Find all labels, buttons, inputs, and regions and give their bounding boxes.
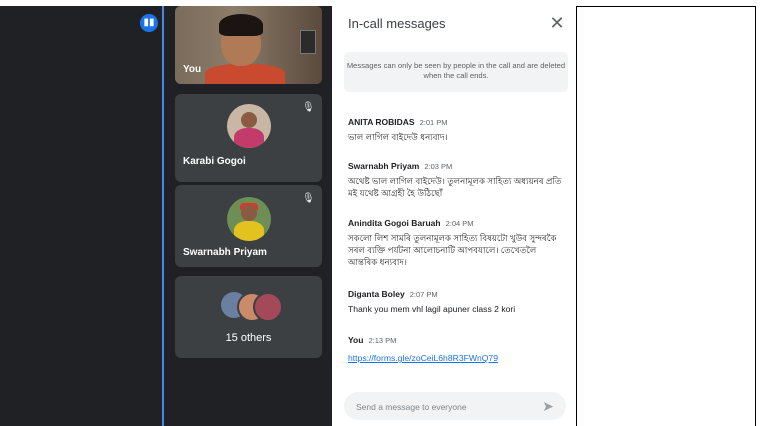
right-frame <box>576 6 756 426</box>
self-label: You <box>183 64 202 75</box>
chat-message: ANITA ROBIDAS 2:01 PM ভাল লাগিল বাইদেউ ধন… <box>348 112 564 143</box>
video-person-hair <box>219 14 263 36</box>
compose-bar: ➤ <box>344 392 566 422</box>
panel-title: In-call messages <box>348 16 446 31</box>
chat-message: Swarnabh Priyam 2:03 PM অথেষ্ট ভাল লাগিল … <box>348 156 564 199</box>
send-icon[interactable]: ➤ <box>540 398 556 414</box>
close-icon[interactable]: ✕ <box>548 14 566 32</box>
avatar-stack <box>221 290 283 322</box>
mic-off-icon: 🎙 <box>302 102 315 113</box>
others-count: 15 others <box>225 332 272 344</box>
main-stage: ▮▮ <box>0 6 162 426</box>
chat-message: Anindita Gogoi Baruah 2:04 PM সকলো লিশ সা… <box>348 213 564 268</box>
message-time: 2:01 PM <box>419 118 448 127</box>
video-person-shirt <box>205 64 285 84</box>
message-sender: Anindita Gogoi Baruah <box>348 218 441 228</box>
participant-tile[interactable]: 🎙 Karabi Gogoi <box>175 94 322 182</box>
avatar <box>253 292 283 322</box>
message-input[interactable] <box>354 392 528 422</box>
message-text: ভাল লাগিল বাইদেউ ধন্যবাদ। <box>348 132 448 142</box>
participant-tile[interactable]: 🎙 Swarnabh Priyam <box>175 185 322 267</box>
message-link[interactable]: https://forms.gle/zoCeiL6h8R3FWnQ79 <box>348 353 498 363</box>
participant-name: Swarnabh Priyam <box>183 247 267 258</box>
avatar <box>227 197 271 241</box>
message-time: 2:07 PM <box>409 290 438 299</box>
chat-panel: In-call messages ✕ Messages can only be … <box>332 6 576 426</box>
audio-indicator-icon: ▮▮ <box>140 14 158 32</box>
message-text: অথেষ্ট ভাল লাগিল বাইদেউ। তুলনামূলক সাহিত… <box>348 176 562 198</box>
chat-notice: Messages can only be seen by people in t… <box>344 52 568 92</box>
message-time: 2:13 PM <box>368 336 397 345</box>
mic-off-icon: 🎙 <box>302 193 315 204</box>
message-time: 2:03 PM <box>424 162 453 171</box>
chat-message: Diganta Boley 2:07 PM Thank you mem vhl l… <box>348 284 564 315</box>
message-time: 2:04 PM <box>445 219 474 228</box>
message-sender: Swarnabh Priyam <box>348 161 420 171</box>
participant-name: Karabi Gogoi <box>183 156 246 167</box>
meet-screen: ▮▮ You 🎙 Karabi Gogoi 🎙 Swarnabh Priyam <box>0 0 776 426</box>
message-text: সকলো লিশ সামৰি তুলনামূলক সাহিত্য বিষয়টো… <box>348 233 557 267</box>
message-sender: You <box>348 335 364 345</box>
self-video-tile[interactable]: You <box>175 6 322 84</box>
avatar <box>227 104 271 148</box>
others-tile[interactable]: 15 others <box>175 276 322 358</box>
wall-frame <box>300 30 316 54</box>
chat-message: You 2:13 PM https://forms.gle/zoCeiL6h8R3… <box>348 330 564 366</box>
message-sender: ANITA ROBIDAS <box>348 117 415 127</box>
message-sender: Diganta Boley <box>348 289 405 299</box>
message-text: Thank you mem vhl lagil apuner class 2 k… <box>348 304 516 314</box>
